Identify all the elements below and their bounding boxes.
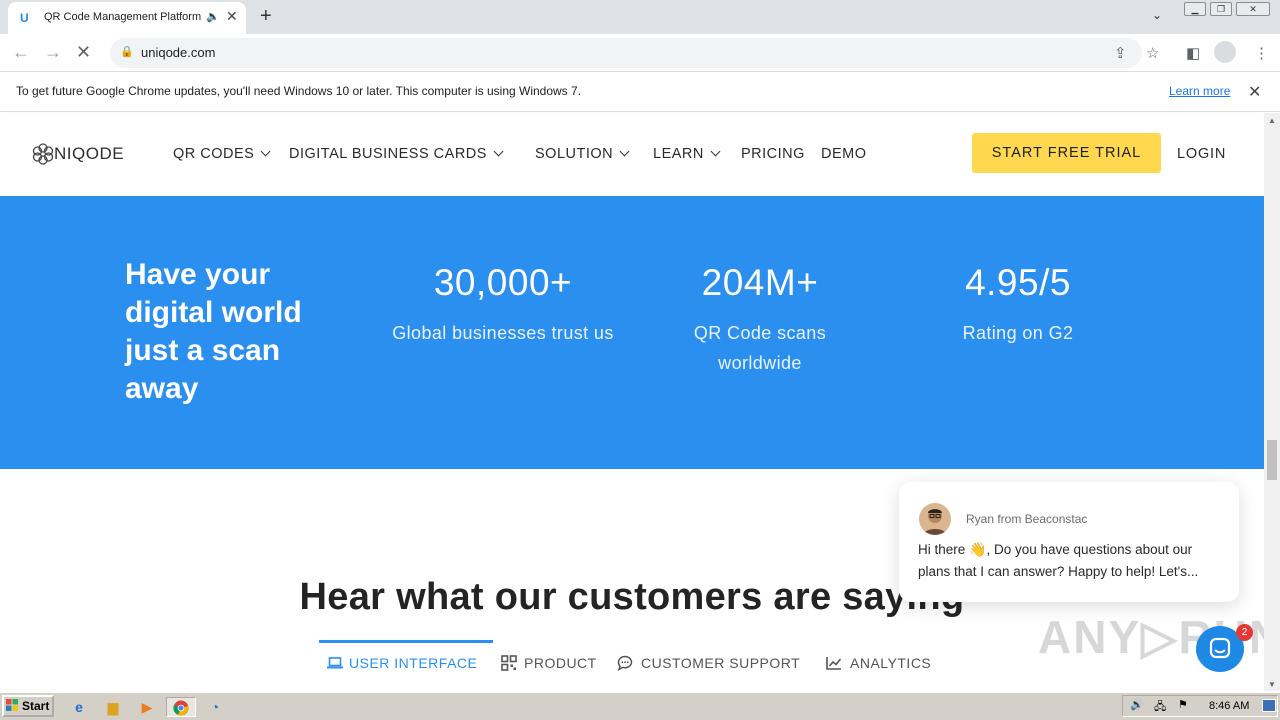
stat-label: Rating on G2 [962, 323, 1074, 343]
tab-close-icon[interactable]: ✕ [226, 8, 238, 25]
edge-browser-icon[interactable]: ◔ [204, 697, 226, 717]
share-icon[interactable]: ⇪ [1114, 44, 1127, 62]
favicon-icon: U [20, 11, 29, 25]
laptop-icon [327, 657, 343, 669]
scroll-down-arrow-icon[interactable]: ▼ [1268, 680, 1276, 689]
media-player-icon[interactable]: ▶ [136, 697, 158, 717]
back-arrow-icon[interactable]: ← [12, 42, 30, 63]
active-tab-indicator [319, 640, 493, 643]
taskbar-clock[interactable]: 8:46 AM [1209, 700, 1249, 712]
file-explorer-icon[interactable]: ▆ [102, 697, 124, 717]
restore-button[interactable]: ❐ [1210, 2, 1232, 16]
chat-message[interactable]: Hi there 👋, Do you have questions about … [918, 538, 1223, 583]
profile-avatar-icon[interactable] [1214, 41, 1236, 63]
scrollbar-track[interactable] [1264, 113, 1280, 691]
chat-sender-name: Ryan from Beaconstac [966, 512, 1088, 526]
network-icon[interactable]: 🖧 [1154, 698, 1166, 717]
nav-label: SOLUTION [535, 146, 614, 162]
chevron-down-icon [710, 146, 721, 157]
tab-label: PRODUCT [524, 655, 597, 671]
uniqode-logo-icon[interactable] [32, 142, 54, 166]
nav-pricing[interactable]: PRICING [741, 146, 805, 162]
audio-playing-icon[interactable]: 🔈 [206, 10, 220, 23]
address-bar[interactable] [110, 38, 1142, 68]
stat-label: QR Code scans worldwide [693, 323, 827, 373]
internet-explorer-icon[interactable]: e [68, 697, 90, 717]
nav-label: QR CODES [173, 146, 255, 162]
volume-icon[interactable]: 🔊 [1130, 698, 1144, 711]
nav-qr-codes[interactable]: QR CODES [173, 146, 271, 162]
windows-logo-icon [6, 699, 18, 711]
new-tab-button[interactable]: + [260, 5, 272, 28]
nav-label: LEARN [653, 146, 704, 162]
trend-chart-icon [826, 657, 842, 670]
logo-text[interactable]: NIQODE [54, 144, 124, 164]
url-text[interactable]: uniqode.com [141, 45, 215, 60]
tab-product[interactable]: PRODUCT [501, 655, 597, 671]
infobar-message: To get future Google Chrome updates, you… [16, 84, 582, 98]
system-tray [1122, 695, 1278, 717]
nav-learn[interactable]: LEARN [653, 146, 721, 162]
forward-arrow-icon[interactable]: → [44, 42, 62, 63]
chevron-down-icon [619, 146, 630, 157]
chevron-down-icon [493, 146, 504, 157]
scrollbar-thumb[interactable] [1267, 440, 1277, 480]
browser-tab[interactable]: U QR Code Management Platform 🔈 ✕ [8, 2, 246, 34]
chrome-taskbar-icon[interactable] [166, 697, 196, 717]
unread-badge: 2 [1236, 624, 1253, 641]
show-desktop-icon[interactable] [1262, 699, 1276, 712]
chat-greeting: Hi there [918, 542, 966, 557]
tab-title: QR Code Management Platform [44, 11, 202, 23]
login-link[interactable]: LOGIN [1177, 146, 1226, 162]
learn-more-link[interactable]: Learn more [1169, 84, 1230, 98]
tab-label: CUSTOMER SUPPORT [641, 655, 801, 671]
waving-hand-icon: 👋 [969, 541, 987, 557]
start-free-trial-button[interactable]: START FREE TRIAL [972, 133, 1161, 173]
chevron-down-icon [260, 146, 271, 157]
stat-value: 204M+ [701, 262, 819, 303]
scroll-up-arrow-icon[interactable]: ▲ [1268, 116, 1276, 125]
stop-loading-icon[interactable]: ✕ [76, 42, 91, 63]
window-close-button[interactable]: ✕ [1236, 2, 1270, 16]
infobar-close-icon[interactable]: ✕ [1248, 82, 1261, 102]
chat-bubble-icon [617, 655, 633, 672]
qr-grid-icon [501, 655, 517, 671]
stat-label: Global businesses trust us [392, 323, 614, 343]
minimize-button[interactable]: ▁ [1184, 2, 1206, 16]
action-center-flag-icon[interactable]: ⚑ [1178, 698, 1188, 711]
agent-avatar [919, 503, 951, 535]
side-panel-icon[interactable]: ◧ [1186, 44, 1200, 62]
menu-kebab-icon[interactable]: ⋮ [1254, 44, 1269, 62]
hero-headline: Have your digital world just a scan away [125, 258, 302, 405]
nav-demo[interactable]: DEMO [821, 146, 867, 162]
tab-label: USER INTERFACE [349, 655, 478, 671]
nav-solution[interactable]: SOLUTION [535, 146, 630, 162]
tab-analytics[interactable]: ANALYTICS [826, 655, 931, 671]
tab-user-interface[interactable]: USER INTERFACE [327, 655, 477, 671]
stat-value: 4.95/5 [965, 262, 1071, 303]
nav-label: DIGITAL BUSINESS CARDS [289, 146, 487, 162]
tab-label: ANALYTICS [850, 655, 932, 671]
tab-customer-support[interactable]: CUSTOMER SUPPORT [617, 655, 801, 672]
stat-value: 30,000+ [433, 262, 573, 303]
bookmark-star-icon[interactable]: ☆ [1146, 44, 1159, 62]
lock-icon[interactable]: 🔒 [120, 45, 134, 58]
nav-digital-business-cards[interactable]: DIGITAL BUSINESS CARDS [289, 146, 504, 162]
tab-search-chevron-icon[interactable]: ⌄ [1152, 8, 1162, 22]
